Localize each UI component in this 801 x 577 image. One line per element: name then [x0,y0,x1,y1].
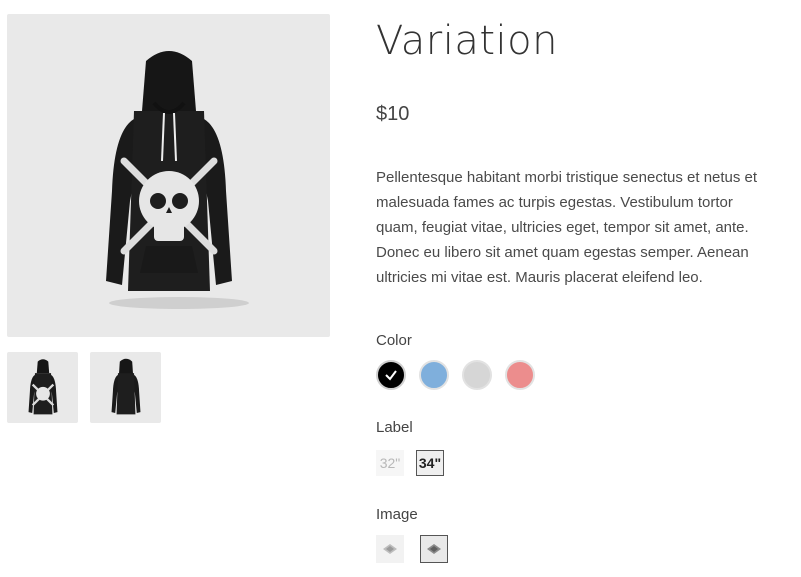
hoodie-thumb-front-image [28,358,57,414]
color-swatch-blue[interactable] [419,360,449,390]
image-swatches [376,535,464,563]
label-attribute-label: Label [376,419,413,436]
image-swatch-1[interactable] [376,535,404,563]
label-swatch-32[interactable]: 32" [376,450,404,476]
color-swatch-gray[interactable] [462,360,492,390]
product-price: $10 [376,103,410,125]
image-attribute-label: Image [376,506,418,523]
image-swatch-1-thumbnail [383,544,397,554]
product-main-image[interactable] [7,14,330,337]
color-swatch-red[interactable] [505,360,535,390]
product-title: Variation [376,18,558,64]
color-swatch-black[interactable] [376,360,406,390]
label-swatches: 32" 34" [376,450,456,476]
check-icon [385,370,397,381]
image-swatch-2[interactable] [420,535,448,563]
hoodie-image [105,50,249,309]
color-attribute-label: Color [376,332,412,349]
color-swatches [376,360,548,390]
hoodie-thumb-back-image [111,358,140,414]
thumbnail-front[interactable] [7,352,78,423]
label-swatch-34[interactable]: 34" [416,450,444,476]
gallery-thumbnails [7,352,161,423]
thumbnail-back[interactable] [90,352,161,423]
image-swatch-2-thumbnail [427,544,441,554]
product-description: Pellentesque habitant morbi tristique se… [376,169,758,286]
